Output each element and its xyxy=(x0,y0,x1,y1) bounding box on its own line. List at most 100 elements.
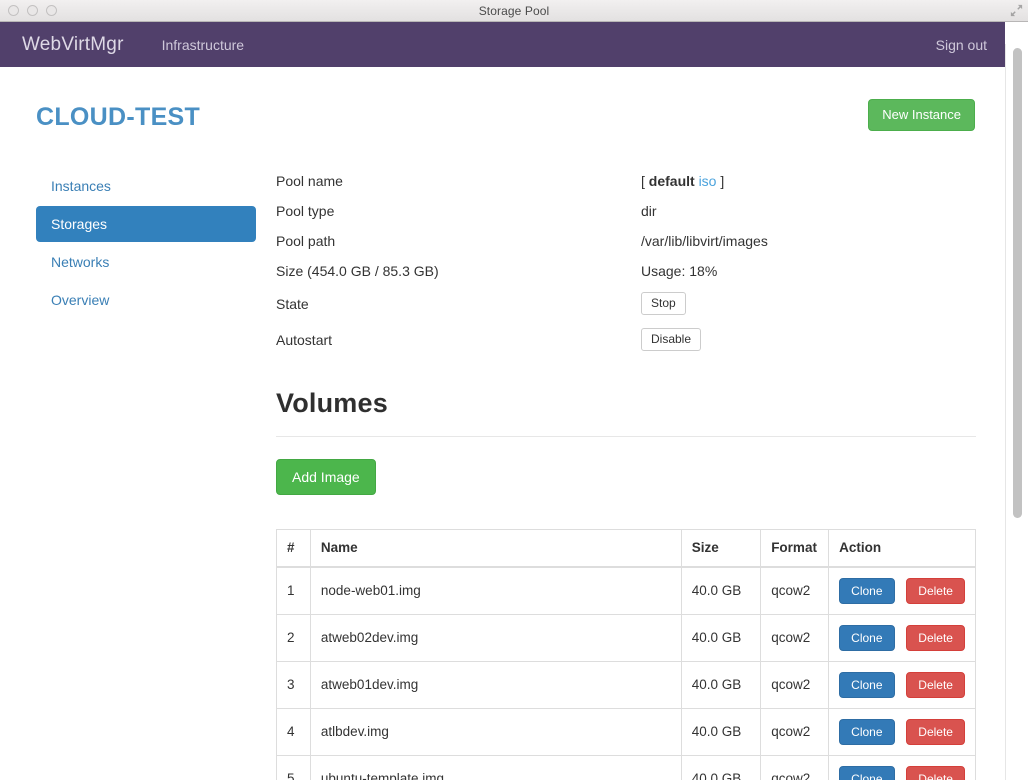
delete-button[interactable]: Delete xyxy=(906,671,965,698)
cell-action: Clone Delete xyxy=(828,707,976,756)
clone-button[interactable]: Clone xyxy=(839,671,895,698)
resize-arrows-icon[interactable] xyxy=(1009,3,1024,18)
pool-size-label: Size (454.0 GB / 85.3 GB) xyxy=(276,262,439,279)
table-row: 1 node-web01.img 40.0 GB qcow2 Clone Del… xyxy=(276,566,976,615)
pool-size-row: Size (454.0 GB / 85.3 GB) Usage: 18% xyxy=(276,256,976,286)
cell-size: 40.0 GB xyxy=(680,613,762,662)
pool-name-default: default xyxy=(648,172,695,189)
layout-columns: Instances Storages Networks Overview Poo… xyxy=(36,166,976,780)
column-header-format: Format xyxy=(760,528,830,569)
sidebar-item-instances[interactable]: Instances xyxy=(36,168,256,204)
cell-name: atweb01dev.img xyxy=(309,660,682,709)
pool-autostart-value: Disable xyxy=(641,327,976,352)
cell-name: atweb02dev.img xyxy=(309,613,682,662)
pool-state-value: Stop xyxy=(641,291,976,316)
close-button[interactable] xyxy=(8,5,19,16)
cell-action: Clone Delete xyxy=(828,754,976,780)
cell-action: Clone Delete xyxy=(828,613,976,662)
volumes-table-body: 1 node-web01.img 40.0 GB qcow2 Clone Del… xyxy=(276,566,976,780)
pool-autostart-row: Autostart Disable xyxy=(276,322,976,358)
page-header: CLOUD-TEST New Instance xyxy=(36,67,975,131)
clone-button[interactable]: Clone xyxy=(839,718,895,745)
column-header-name: Name xyxy=(309,528,682,569)
page-content: WebVirtMgr Infrastructure Sign out CLOUD… xyxy=(0,22,1005,780)
volumes-table-head: # Name Size Format Action xyxy=(276,528,976,569)
top-navbar: WebVirtMgr Infrastructure Sign out xyxy=(0,22,1005,67)
pool-path-value: /var/lib/libvirt/images xyxy=(641,232,768,249)
pool-name-value: [ default iso ] xyxy=(641,173,976,189)
cell-format: qcow2 xyxy=(760,754,830,780)
cell-index: 2 xyxy=(276,613,311,662)
disable-autostart-button[interactable]: Disable xyxy=(641,327,702,352)
window-controls[interactable] xyxy=(8,0,57,21)
zoom-button[interactable] xyxy=(46,5,57,16)
pool-state-label: State xyxy=(276,295,309,312)
table-row: 2 atweb02dev.img 40.0 GB qcow2 Clone Del… xyxy=(276,613,976,662)
cell-format: qcow2 xyxy=(760,613,830,662)
minimize-button[interactable] xyxy=(27,5,38,16)
pool-type-value: dir xyxy=(641,202,657,219)
scrollbar-thumb[interactable] xyxy=(1013,48,1022,518)
table-row: 4 atlbdev.img 40.0 GB qcow2 Clone Delete xyxy=(276,707,976,756)
column-header-size: Size xyxy=(680,528,762,569)
new-instance-button[interactable]: New Instance xyxy=(868,99,975,131)
cell-index: 4 xyxy=(276,707,311,756)
bracket-open: [ xyxy=(641,172,645,189)
navbar-links: Infrastructure xyxy=(162,37,244,53)
stop-pool-button[interactable]: Stop xyxy=(641,291,686,316)
brand-logo[interactable]: WebVirtMgr xyxy=(22,34,124,56)
column-header-index: # xyxy=(276,528,311,569)
delete-button[interactable]: Delete xyxy=(906,718,965,745)
browser-viewport: WebVirtMgr Infrastructure Sign out CLOUD… xyxy=(0,22,1028,780)
cell-index: 3 xyxy=(276,660,311,709)
bracket-close: ] xyxy=(720,172,725,189)
cell-action: Clone Delete xyxy=(828,566,976,615)
page-title: CLOUD-TEST xyxy=(36,103,201,131)
table-row: 5 ubuntu-template.img 40.0 GB qcow2 Clon… xyxy=(276,754,976,780)
window-titlebar: Storage Pool xyxy=(0,0,1028,22)
delete-button[interactable]: Delete xyxy=(906,577,965,604)
cell-index: 1 xyxy=(276,566,311,615)
delete-button[interactable]: Delete xyxy=(906,765,965,780)
nav-link-infrastructure[interactable]: Infrastructure xyxy=(162,37,244,53)
table-row: 3 atweb01dev.img 40.0 GB qcow2 Clone Del… xyxy=(276,660,976,709)
cell-size: 40.0 GB xyxy=(680,566,762,615)
sidebar-item-networks[interactable]: Networks xyxy=(36,244,256,280)
cell-format: qcow2 xyxy=(760,566,830,615)
clone-button[interactable]: Clone xyxy=(839,765,895,780)
pool-name-iso-link[interactable]: iso xyxy=(699,173,717,189)
pool-state-row: State Stop xyxy=(276,286,976,322)
pool-path-label: Pool path xyxy=(276,232,336,249)
delete-button[interactable]: Delete xyxy=(906,624,965,651)
cell-action: Clone Delete xyxy=(828,660,976,709)
pool-name-label: Pool name xyxy=(276,172,343,189)
main-content: CLOUD-TEST New Instance Instances Storag… xyxy=(0,67,1005,780)
sidebar-item-overview[interactable]: Overview xyxy=(36,282,256,318)
cell-size: 40.0 GB xyxy=(680,754,762,780)
volumes-divider xyxy=(276,435,976,437)
pool-path-row: Pool path /var/lib/libvirt/images xyxy=(276,226,976,256)
cell-size: 40.0 GB xyxy=(680,707,762,756)
navbar-right: Sign out xyxy=(936,37,987,53)
cell-name: ubuntu-template.img xyxy=(309,754,682,780)
volumes-heading: Volumes xyxy=(276,387,388,418)
cell-size: 40.0 GB xyxy=(680,660,762,709)
column-header-action: Action xyxy=(828,528,976,569)
sidebar-item-storages[interactable]: Storages xyxy=(36,205,256,242)
cell-name: node-web01.img xyxy=(309,566,682,615)
table-header-row: # Name Size Format Action xyxy=(276,528,976,569)
cell-format: qcow2 xyxy=(760,660,830,709)
pool-type-row: Pool type dir xyxy=(276,196,976,226)
cell-index: 5 xyxy=(276,754,311,780)
clone-button[interactable]: Clone xyxy=(839,624,895,651)
pool-type-label: Pool type xyxy=(276,202,335,219)
volumes-table: # Name Size Format Action 1 node-web01.i… xyxy=(276,528,976,780)
vertical-scrollbar[interactable] xyxy=(1005,44,1028,780)
pool-autostart-label: Autostart xyxy=(276,331,333,348)
sign-out-link[interactable]: Sign out xyxy=(936,37,987,53)
sidebar-nav: Instances Storages Networks Overview xyxy=(36,166,256,780)
pool-details-panel: Pool name [ default iso ] Pool type dir xyxy=(256,166,976,780)
cell-format: qcow2 xyxy=(760,707,830,756)
clone-button[interactable]: Clone xyxy=(839,577,895,604)
add-image-button[interactable]: Add Image xyxy=(276,458,376,495)
